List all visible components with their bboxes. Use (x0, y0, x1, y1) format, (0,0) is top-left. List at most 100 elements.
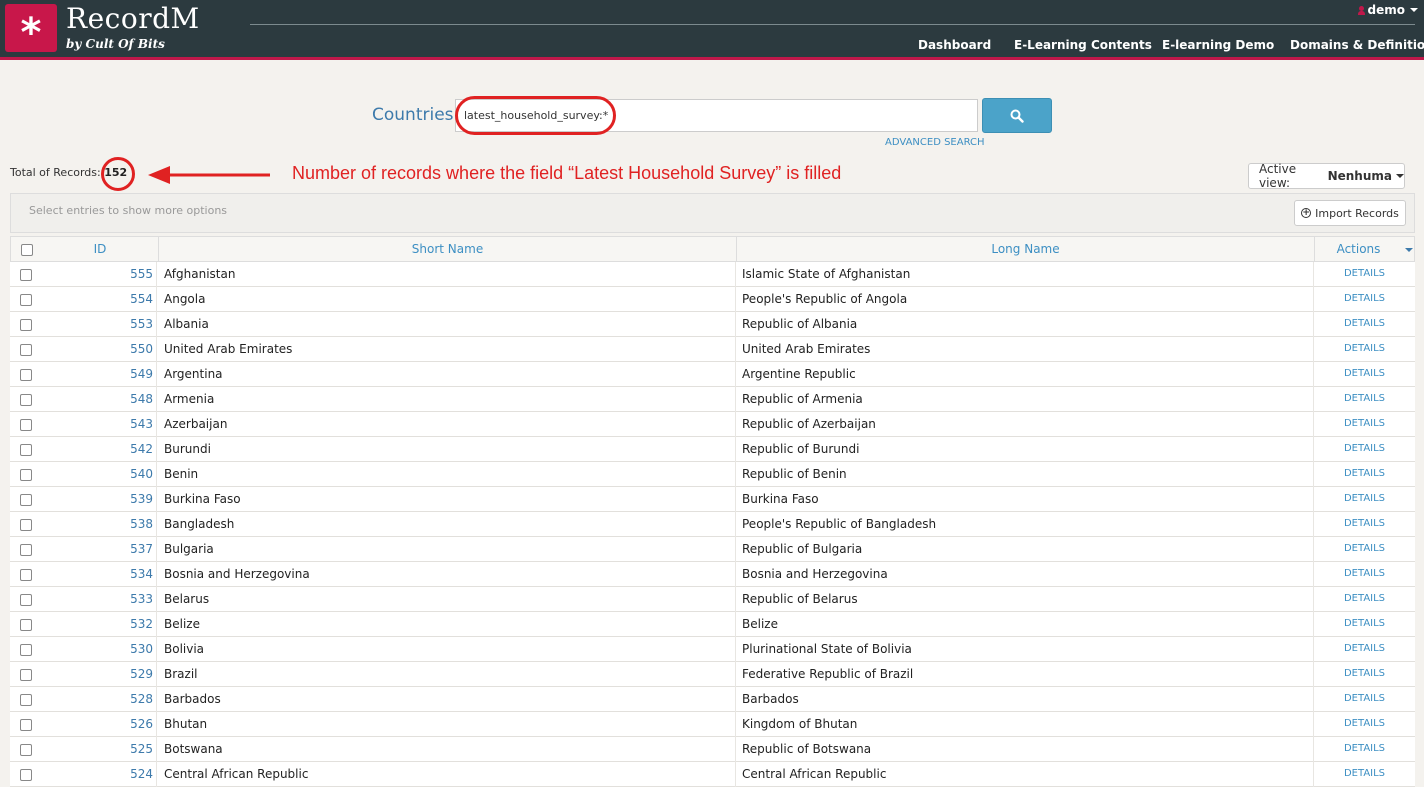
cell-id[interactable]: 543 (41, 412, 157, 437)
row-checkbox[interactable] (20, 594, 32, 606)
nav-elearning-contents[interactable]: E-Learning Contents (1014, 38, 1152, 52)
cell-id[interactable]: 529 (41, 662, 157, 687)
details-link[interactable]: DETAILS (1314, 437, 1415, 462)
details-link[interactable]: DETAILS (1314, 537, 1415, 562)
details-link[interactable]: DETAILS (1314, 762, 1415, 787)
cell-id[interactable]: 533 (41, 587, 157, 612)
row-checkbox[interactable] (20, 394, 32, 406)
table-row[interactable]: 549 Argentina Argentine Republic DETAILS (10, 362, 1415, 387)
cell-id[interactable]: 525 (41, 737, 157, 762)
row-checkbox[interactable] (20, 494, 32, 506)
columns-menu-toggle[interactable] (1402, 237, 1416, 263)
details-link[interactable]: DETAILS (1314, 362, 1415, 387)
table-row[interactable]: 555 Afghanistan Islamic State of Afghanist… (10, 262, 1415, 287)
details-link[interactable]: DETAILS (1314, 387, 1415, 412)
cell-id[interactable]: 537 (41, 537, 157, 562)
row-checkbox[interactable] (20, 719, 32, 731)
row-checkbox[interactable] (20, 644, 32, 656)
row-checkbox[interactable] (20, 469, 32, 481)
table-row[interactable]: 537 Bulgaria Republic of Bulgaria DETAILS (10, 537, 1415, 562)
table-row[interactable]: 532 Belize Belize DETAILS (10, 612, 1415, 637)
table-row[interactable]: 553 Albania Republic of Albania DETAILS (10, 312, 1415, 337)
brand-title: RecordM (66, 2, 200, 35)
table-row[interactable]: 540 Benin Republic of Benin DETAILS (10, 462, 1415, 487)
cell-id[interactable]: 555 (41, 262, 157, 287)
row-checkbox[interactable] (20, 769, 32, 781)
details-link[interactable]: DETAILS (1314, 612, 1415, 637)
row-checkbox[interactable] (20, 294, 32, 306)
details-link[interactable]: DETAILS (1314, 712, 1415, 737)
cell-id[interactable]: 553 (41, 312, 157, 337)
details-link[interactable]: DETAILS (1314, 737, 1415, 762)
cell-id[interactable]: 554 (41, 287, 157, 312)
cell-id[interactable]: 526 (41, 712, 157, 737)
cell-id[interactable]: 550 (41, 337, 157, 362)
table-row[interactable]: 542 Burundi Republic of Burundi DETAILS (10, 437, 1415, 462)
row-checkbox[interactable] (20, 344, 32, 356)
table-row[interactable]: 543 Azerbaijan Republic of Azerbaijan DETAI… (10, 412, 1415, 437)
row-checkbox[interactable] (20, 319, 32, 331)
cell-id[interactable]: 532 (41, 612, 157, 637)
details-link[interactable]: DETAILS (1314, 562, 1415, 587)
details-link[interactable]: DETAILS (1314, 287, 1415, 312)
row-checkbox[interactable] (20, 619, 32, 631)
column-header-short-name[interactable]: Short Name (159, 237, 737, 263)
details-link[interactable]: DETAILS (1314, 262, 1415, 287)
column-header-long-name[interactable]: Long Name (737, 237, 1315, 263)
logo[interactable]: * (5, 4, 57, 53)
user-menu[interactable]: demo (1357, 3, 1418, 17)
details-link[interactable]: DETAILS (1314, 512, 1415, 537)
row-checkbox[interactable] (20, 519, 32, 531)
row-checkbox[interactable] (20, 744, 32, 756)
active-view-dropdown[interactable]: Active view: Nenhuma (1248, 162, 1405, 190)
table-row[interactable]: 534 Bosnia and Herzegovina Bosnia and Herz… (10, 562, 1415, 587)
cell-id[interactable]: 534 (41, 562, 157, 587)
row-checkbox[interactable] (20, 569, 32, 581)
table-row[interactable]: 524 Central African Republic Central Afric… (10, 762, 1415, 787)
row-checkbox[interactable] (20, 419, 32, 431)
nav-dashboard[interactable]: Dashboard (918, 38, 991, 52)
details-link[interactable]: DETAILS (1314, 687, 1415, 712)
details-link[interactable]: DETAILS (1314, 462, 1415, 487)
cell-id[interactable]: 542 (41, 437, 157, 462)
table-row[interactable]: 550 United Arab Emirates United Arab Emira… (10, 337, 1415, 362)
details-link[interactable]: DETAILS (1314, 637, 1415, 662)
details-link[interactable]: DETAILS (1314, 337, 1415, 362)
search-button[interactable] (982, 98, 1052, 133)
table-row[interactable]: 554 Angola People's Republic of Angola DETA… (10, 287, 1415, 312)
advanced-search-link[interactable]: ADVANCED SEARCH (885, 137, 985, 148)
row-checkbox[interactable] (20, 444, 32, 456)
table-row[interactable]: 533 Belarus Republic of Belarus DETAILS (10, 587, 1415, 612)
row-checkbox[interactable] (20, 544, 32, 556)
table-row[interactable]: 529 Brazil Federative Republic of Brazil DE… (10, 662, 1415, 687)
table-row[interactable]: 548 Armenia Republic of Armenia DETAILS (10, 387, 1415, 412)
import-records-button[interactable]: + Import Records (1294, 200, 1406, 226)
nav-domains-definitions[interactable]: Domains & Definitions (1290, 38, 1424, 52)
cell-id[interactable]: 540 (41, 462, 157, 487)
table-row[interactable]: 525 Botswana Republic of Botswana DETAILS (10, 737, 1415, 762)
details-link[interactable]: DETAILS (1314, 662, 1415, 687)
cell-id[interactable]: 524 (41, 762, 157, 787)
cell-id[interactable]: 549 (41, 362, 157, 387)
nav-elearning-demo[interactable]: E-learning Demo (1162, 38, 1274, 52)
table-row[interactable]: 528 Barbados Barbados DETAILS (10, 687, 1415, 712)
table-row[interactable]: 539 Burkina Faso Burkina Faso DETAILS (10, 487, 1415, 512)
row-checkbox[interactable] (20, 694, 32, 706)
cell-id[interactable]: 548 (41, 387, 157, 412)
details-link[interactable]: DETAILS (1314, 487, 1415, 512)
table-row[interactable]: 526 Bhutan Kingdom of Bhutan DETAILS (10, 712, 1415, 737)
table-row[interactable]: 530 Bolivia Plurinational State of Bolivia… (10, 637, 1415, 662)
row-checkbox[interactable] (20, 669, 32, 681)
cell-id[interactable]: 538 (41, 512, 157, 537)
row-checkbox[interactable] (20, 269, 32, 281)
details-link[interactable]: DETAILS (1314, 312, 1415, 337)
column-header-id[interactable]: ID (42, 237, 159, 263)
cell-id[interactable]: 530 (41, 637, 157, 662)
cell-id[interactable]: 539 (41, 487, 157, 512)
details-link[interactable]: DETAILS (1314, 587, 1415, 612)
details-link[interactable]: DETAILS (1314, 412, 1415, 437)
select-all-checkbox[interactable] (21, 244, 33, 256)
row-checkbox[interactable] (20, 369, 32, 381)
table-row[interactable]: 538 Bangladesh People's Republic of Bangla… (10, 512, 1415, 537)
cell-id[interactable]: 528 (41, 687, 157, 712)
